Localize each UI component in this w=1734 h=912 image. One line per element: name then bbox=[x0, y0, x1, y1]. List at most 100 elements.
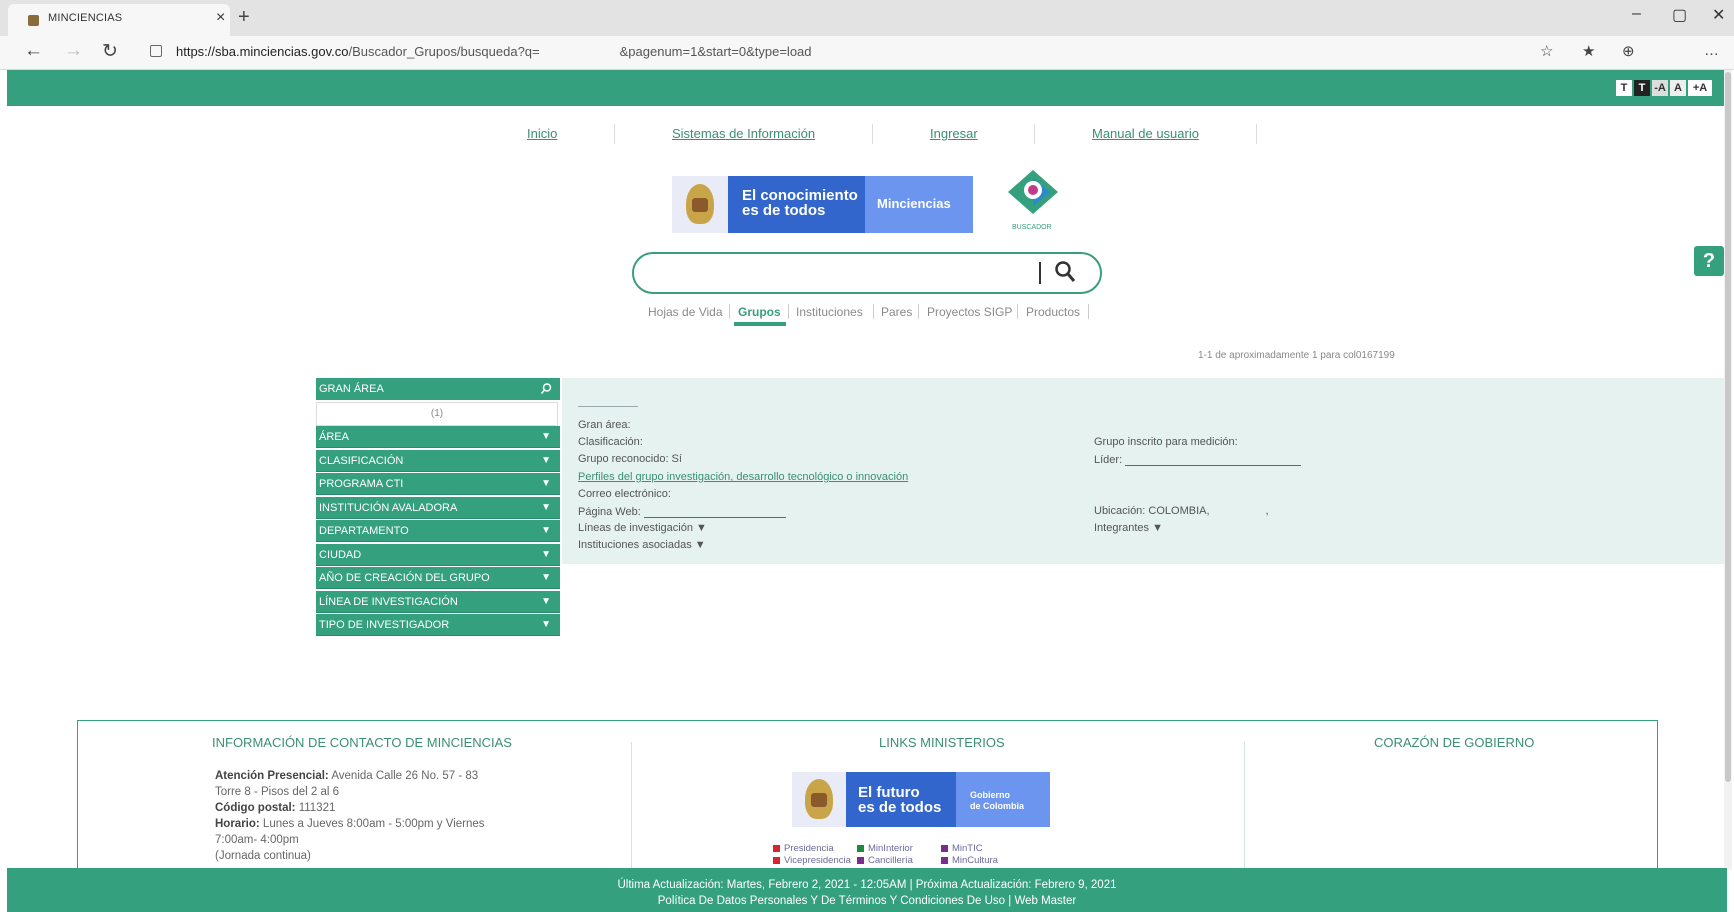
colombia-crest-icon bbox=[805, 779, 833, 819]
bullet-icon bbox=[941, 856, 948, 864]
refresh-icon[interactable]: ↻ bbox=[102, 40, 118, 63]
filter-anio-creacion[interactable]: AÑO DE CREACIÓN DEL GRUPO ▼ bbox=[316, 567, 560, 589]
dropdown-arrow-icon: ▼ bbox=[541, 549, 551, 560]
ubicacion-label: Ubicación: COLOMBIA, bbox=[1094, 505, 1210, 517]
tab-divider bbox=[918, 304, 919, 319]
footer-bar: Última Actualización: Martes, Febrero 2,… bbox=[7, 868, 1727, 912]
read-aloud-icon[interactable]: ☆ bbox=[1540, 42, 1553, 60]
close-window-icon[interactable]: ✕ bbox=[1712, 5, 1725, 25]
close-tab-icon[interactable]: × bbox=[216, 9, 225, 27]
lider-label: Líder: bbox=[1094, 454, 1123, 466]
result-reconocido: Grupo reconocido: Sí bbox=[578, 453, 682, 465]
filter-label: LÍNEA DE INVESTIGACIÓN bbox=[319, 596, 458, 608]
bullet-icon bbox=[773, 856, 780, 864]
tab-pares[interactable]: Pares bbox=[881, 305, 912, 319]
favorites-icon[interactable]: ★ bbox=[1582, 42, 1595, 60]
gobierno-colombia-logo[interactable]: El futuro es de todos Gobierno de Colomb… bbox=[792, 772, 1050, 827]
nav-inicio[interactable]: Inicio bbox=[527, 126, 557, 141]
link-mintic[interactable]: MinTIC bbox=[941, 843, 983, 854]
search-input[interactable] bbox=[654, 260, 1068, 286]
tab-divider bbox=[729, 304, 730, 319]
pagina-web-label: Página Web: bbox=[578, 506, 641, 518]
dropdown-arrow-icon: ▼ bbox=[541, 525, 551, 536]
pagina-web-value[interactable] bbox=[643, 505, 786, 518]
lider-value[interactable] bbox=[1125, 453, 1302, 466]
browser-tab[interactable]: MINCIENCIAS × bbox=[8, 4, 230, 36]
minciencias-logo: El conocimiento es de todos Minciencias bbox=[672, 176, 973, 233]
text-size-button-2[interactable]: T bbox=[1634, 80, 1650, 96]
filter-institucion[interactable]: INSTITUCIÓN AVALADORA ▼ bbox=[316, 497, 560, 519]
filter-area[interactable]: ÁREA ▼ bbox=[316, 426, 560, 448]
filter-search-icon[interactable] bbox=[541, 383, 552, 394]
contact-line: 7:00am- 4:00pm bbox=[215, 832, 485, 848]
tab-instituciones[interactable]: Instituciones bbox=[796, 305, 863, 319]
text-size-normal-button[interactable]: A bbox=[1670, 80, 1686, 96]
result-instituciones-toggle[interactable]: Instituciones asociadas ▼ bbox=[578, 539, 706, 551]
text-size-decrease-button[interactable]: -A bbox=[1652, 80, 1668, 96]
address-bar: ← → ↻ https://sba.minciencias.gov.co/Bus… bbox=[0, 36, 1734, 70]
filter-ciudad[interactable]: CIUDAD ▼ bbox=[316, 544, 560, 566]
tab-divider bbox=[1088, 304, 1089, 319]
link-mincultura[interactable]: MinCultura bbox=[941, 855, 998, 866]
contact-label: Atención Presencial: bbox=[215, 770, 329, 782]
contact-title: INFORMACIÓN DE CONTACTO DE MINCIENCIAS bbox=[212, 735, 512, 750]
tab-productos[interactable]: Productos bbox=[1026, 305, 1080, 319]
filter-tipo-investigador[interactable]: TIPO DE INVESTIGADOR ▼ bbox=[316, 614, 560, 636]
logo-line1: El conocimiento bbox=[742, 187, 858, 204]
nav-divider bbox=[872, 124, 873, 144]
result-integrantes-toggle[interactable]: Integrantes ▼ bbox=[1094, 522, 1163, 534]
search-divider bbox=[1039, 262, 1041, 284]
filter-linea-investigacion[interactable]: LÍNEA DE INVESTIGACIÓN ▼ bbox=[316, 591, 560, 613]
dropdown-arrow-icon: ▼ bbox=[541, 478, 551, 489]
tab-proyectos-sigp[interactable]: Proyectos SIGP bbox=[927, 305, 1012, 319]
contact-line: Torre 8 - Pisos del 2 al 6 bbox=[215, 784, 485, 800]
result-inscrito: Grupo inscrito para medición: bbox=[1094, 436, 1238, 448]
url-field[interactable]: https://sba.minciencias.gov.co/Buscador_… bbox=[176, 44, 812, 59]
maximize-icon[interactable]: ▢ bbox=[1672, 5, 1687, 25]
scrollbar-thumb[interactable] bbox=[1725, 72, 1731, 782]
result-lineas-toggle[interactable]: Líneas de investigación ▼ bbox=[578, 522, 707, 534]
contact-value: 7:00am- 4:00pm bbox=[215, 834, 299, 846]
filter-programa-cti[interactable]: PROGRAMA CTI ▼ bbox=[316, 473, 560, 495]
filter-label: DEPARTAMENTO bbox=[319, 525, 409, 537]
tab-grupos[interactable]: Grupos bbox=[738, 305, 781, 319]
result-title-blank bbox=[578, 406, 638, 407]
collections-icon[interactable]: ⊕ bbox=[1622, 42, 1635, 60]
search-icon[interactable] bbox=[1054, 260, 1076, 284]
filter-gran-area[interactable]: GRAN ÁREA bbox=[316, 378, 560, 400]
legal-links[interactable]: Política De Datos Personales Y De Términ… bbox=[7, 895, 1727, 907]
nav-sistemas[interactable]: Sistemas de Información bbox=[672, 126, 815, 141]
link-label: MinCultura bbox=[952, 855, 998, 866]
link-label: Vicepresidencia bbox=[784, 855, 851, 866]
new-tab-icon[interactable]: + bbox=[238, 6, 250, 29]
tab-hojas-de-vida[interactable]: Hojas de Vida bbox=[648, 305, 723, 319]
nav-ingresar[interactable]: Ingresar bbox=[930, 126, 978, 141]
link-label: MinTIC bbox=[952, 843, 983, 854]
gobierno-line2: de Colombia bbox=[970, 801, 1025, 811]
links-title: LINKS MINISTERIOS bbox=[879, 735, 1005, 750]
nav-manual[interactable]: Manual de usuario bbox=[1092, 126, 1199, 141]
link-presidencia[interactable]: Presidencia bbox=[773, 843, 834, 854]
filter-departamento[interactable]: DEPARTAMENTO ▼ bbox=[316, 520, 560, 542]
gran-area-count[interactable]: (1) bbox=[316, 402, 558, 426]
back-icon[interactable]: ← bbox=[24, 40, 43, 62]
more-icon[interactable]: … bbox=[1704, 42, 1719, 59]
browser-tab-strip: MINCIENCIAS × + – ▢ ✕ bbox=[0, 0, 1734, 36]
minimize-icon[interactable]: – bbox=[1632, 5, 1641, 23]
result-clasificacion: Clasificación: bbox=[578, 436, 643, 448]
text-size-increase-button[interactable]: +A bbox=[1688, 80, 1712, 96]
forward-icon[interactable]: → bbox=[64, 40, 83, 62]
help-button[interactable]: ? bbox=[1694, 246, 1724, 276]
search-box bbox=[632, 252, 1102, 294]
active-tab-indicator bbox=[734, 322, 786, 326]
contact-value: Avenida Calle 26 No. 57 - 83 bbox=[328, 770, 479, 782]
result-perfiles-link[interactable]: Perfiles del grupo investigación, desarr… bbox=[578, 471, 908, 483]
link-cancilleria[interactable]: Cancillería bbox=[857, 855, 913, 866]
filter-clasificacion[interactable]: CLASIFICACIÓN ▼ bbox=[316, 450, 560, 472]
contact-label: Código postal: bbox=[215, 802, 296, 814]
text-size-button-1[interactable]: T bbox=[1616, 80, 1632, 96]
dropdown-arrow-icon: ▼ bbox=[541, 431, 551, 442]
corazon-title: CORAZÓN DE GOBIERNO bbox=[1374, 735, 1535, 750]
link-mininterior[interactable]: MinInterior bbox=[857, 843, 913, 854]
link-vicepresidencia[interactable]: Vicepresidencia bbox=[773, 855, 851, 866]
